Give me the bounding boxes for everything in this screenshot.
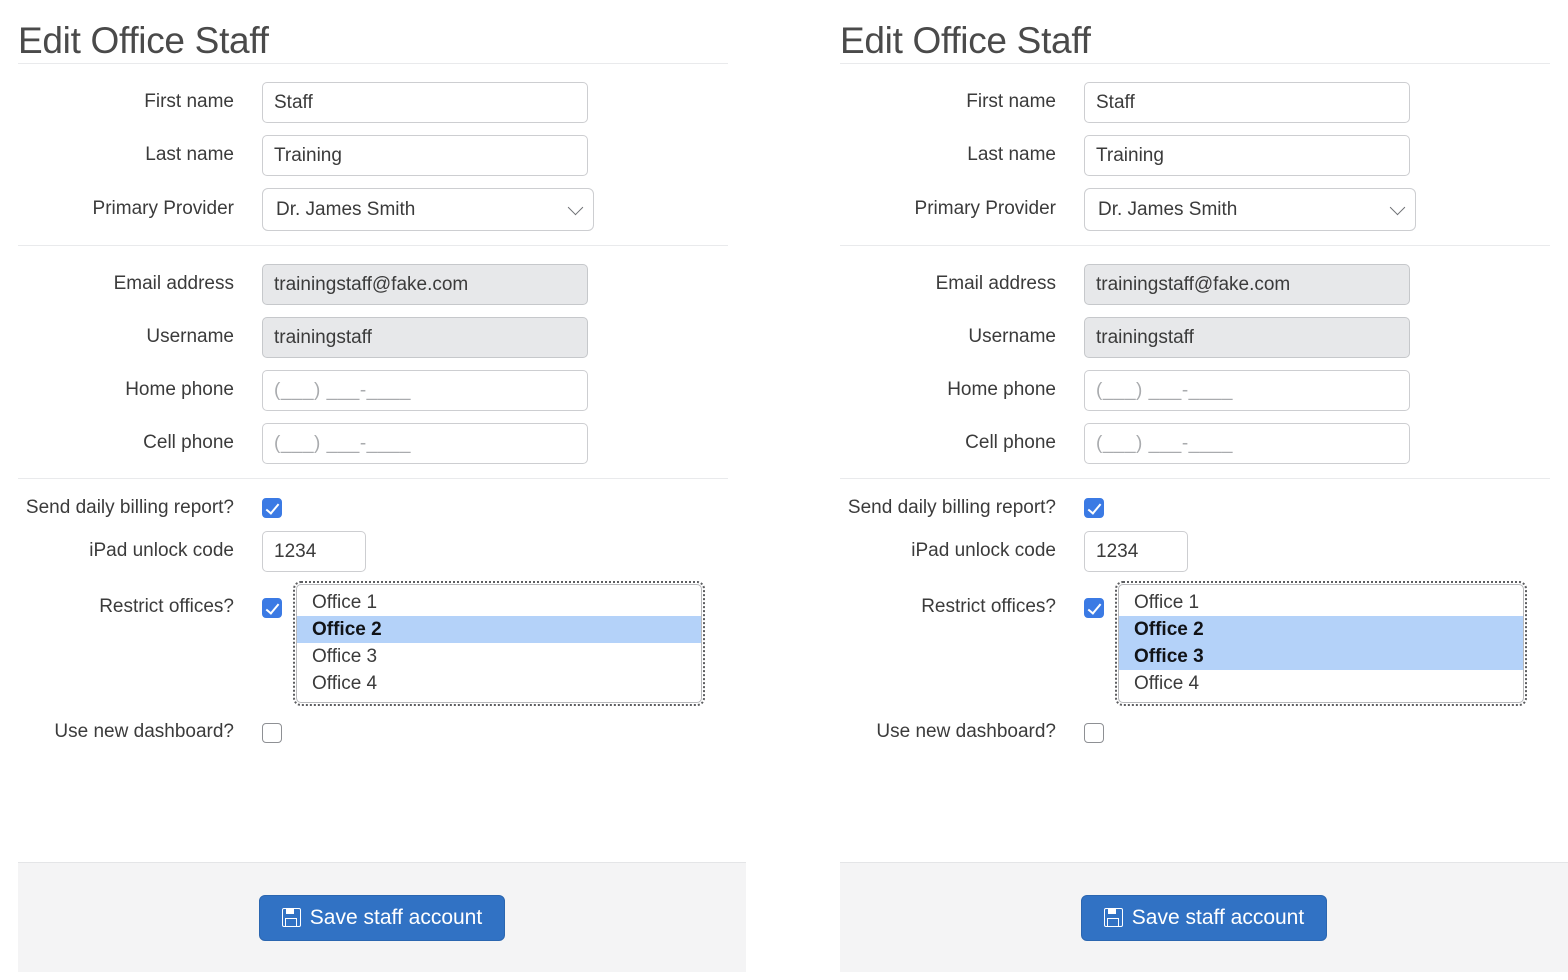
primary-provider-label: Primary Provider: [914, 197, 1056, 219]
first-name-row: First name Staff: [822, 81, 1568, 123]
list-item[interactable]: Office 4: [1119, 670, 1523, 697]
ipad-code-input[interactable]: 1234: [1084, 531, 1188, 573]
panel-footer: Save staff account: [18, 862, 746, 972]
email-field: trainingstaff@fake.com: [262, 263, 588, 305]
last-name-label: Last name: [967, 143, 1056, 165]
first-name-label: First name: [144, 90, 234, 112]
cell-phone-label: Cell phone: [143, 431, 234, 453]
home-phone-label: Home phone: [947, 378, 1056, 400]
floppy-disk-icon: [281, 908, 301, 927]
list-item[interactable]: Office 1: [1119, 589, 1523, 616]
options-section: Send daily billing report? iPad unlock c…: [822, 479, 1568, 759]
ipad-code-input[interactable]: 1234: [262, 531, 366, 573]
restrict-offices-checkbox[interactable]: [1084, 598, 1104, 619]
screenshot-stage: Edit Office Staff First name Staff Last …: [0, 0, 1568, 980]
contact-section: Email address trainingstaff@fake.com Use…: [0, 246, 746, 478]
last-name-row: Last name Training: [822, 134, 1568, 176]
primary-provider-value: Dr. James Smith: [1098, 198, 1238, 220]
primary-provider-label: Primary Provider: [92, 197, 234, 219]
home-phone-row: Home phone (___) ___-____: [0, 369, 746, 411]
username-label: Username: [146, 325, 234, 347]
list-item[interactable]: Office 3: [1119, 643, 1523, 671]
email-label: Email address: [113, 272, 234, 294]
edit-office-staff-panel-left: Edit Office Staff First name Staff Last …: [0, 0, 746, 980]
username-row: Username trainingstaff: [822, 316, 1568, 358]
offices-listbox[interactable]: Office 1 Office 2 Office 3 Office 4: [1115, 581, 1527, 707]
home-phone-input[interactable]: (___) ___-____: [262, 369, 588, 411]
primary-provider-row: Primary Provider Dr. James Smith: [822, 187, 1568, 231]
email-label: Email address: [935, 272, 1056, 294]
last-name-label: Last name: [145, 143, 234, 165]
list-item[interactable]: Office 2: [297, 616, 701, 644]
email-row: Email address trainingstaff@fake.com: [822, 263, 1568, 305]
page-title: Edit Office Staff: [18, 20, 269, 61]
list-item[interactable]: Office 4: [297, 670, 701, 697]
daily-billing-label: Send daily billing report?: [847, 496, 1056, 518]
restrict-offices-row: Restrict offices? Office 1 Office 2 Offi…: [822, 581, 1568, 707]
cell-phone-row: Cell phone (___) ___-____: [822, 422, 1568, 464]
offices-listbox[interactable]: Office 1 Office 2 Office 3 Office 4: [293, 581, 705, 707]
primary-provider-select[interactable]: Dr. James Smith: [262, 187, 594, 231]
home-phone-label: Home phone: [125, 378, 234, 400]
save-button-label: Save staff account: [309, 905, 483, 929]
primary-provider-select[interactable]: Dr. James Smith: [1084, 187, 1416, 231]
home-phone-input[interactable]: (___) ___-____: [1084, 369, 1410, 411]
cell-phone-label: Cell phone: [965, 431, 1056, 453]
username-row: Username trainingstaff: [0, 316, 746, 358]
options-section: Send daily billing report? iPad unlock c…: [0, 479, 746, 759]
identity-section: First name Staff Last name Training Prim…: [822, 64, 1568, 245]
last-name-input[interactable]: Training: [1084, 134, 1410, 176]
edit-office-staff-panel-right: Edit Office Staff First name Staff Last …: [822, 0, 1568, 980]
new-dashboard-row: Use new dashboard?: [0, 721, 746, 744]
daily-billing-checkbox[interactable]: [1084, 497, 1104, 518]
daily-billing-checkbox[interactable]: [262, 497, 282, 518]
panel-footer: Save staff account: [840, 862, 1568, 972]
email-field: trainingstaff@fake.com: [1084, 263, 1410, 305]
primary-provider-value: Dr. James Smith: [276, 198, 416, 220]
restrict-offices-checkbox[interactable]: [262, 598, 282, 619]
first-name-label: First name: [966, 90, 1056, 112]
home-phone-row: Home phone (___) ___-____: [822, 369, 1568, 411]
page-title: Edit Office Staff: [840, 20, 1091, 61]
ipad-code-row: iPad unlock code 1234: [822, 531, 1568, 573]
save-staff-account-button[interactable]: Save staff account: [1080, 894, 1328, 941]
daily-billing-row: Send daily billing report?: [822, 497, 1568, 520]
new-dashboard-label: Use new dashboard?: [54, 721, 234, 743]
daily-billing-row: Send daily billing report?: [0, 497, 746, 520]
daily-billing-label: Send daily billing report?: [25, 496, 234, 518]
primary-provider-row: Primary Provider Dr. James Smith: [0, 187, 746, 231]
cell-phone-input[interactable]: (___) ___-____: [262, 422, 588, 464]
username-field: trainingstaff: [1084, 316, 1410, 358]
identity-section: First name Staff Last name Training Prim…: [0, 64, 746, 245]
new-dashboard-checkbox[interactable]: [262, 722, 282, 743]
list-item[interactable]: Office 2: [1119, 616, 1523, 644]
last-name-row: Last name Training: [0, 134, 746, 176]
new-dashboard-row: Use new dashboard?: [822, 721, 1568, 744]
first-name-input[interactable]: Staff: [262, 81, 588, 123]
username-field: trainingstaff: [262, 316, 588, 358]
last-name-input[interactable]: Training: [262, 134, 588, 176]
first-name-input[interactable]: Staff: [1084, 81, 1410, 123]
restrict-offices-row: Restrict offices? Office 1 Office 2 Offi…: [0, 581, 746, 707]
chevron-down-icon: [567, 199, 584, 216]
cell-phone-row: Cell phone (___) ___-____: [0, 422, 746, 464]
save-button-label: Save staff account: [1131, 905, 1305, 929]
ipad-code-label: iPad unlock code: [911, 540, 1056, 562]
contact-section: Email address trainingstaff@fake.com Use…: [822, 246, 1568, 478]
username-label: Username: [968, 325, 1056, 347]
chevron-down-icon: [1389, 199, 1406, 216]
floppy-disk-icon: [1103, 908, 1123, 927]
save-staff-account-button[interactable]: Save staff account: [258, 894, 506, 941]
restrict-offices-label: Restrict offices?: [921, 596, 1056, 618]
new-dashboard-checkbox[interactable]: [1084, 722, 1104, 743]
new-dashboard-label: Use new dashboard?: [876, 721, 1056, 743]
list-item[interactable]: Office 3: [297, 643, 701, 670]
ipad-code-label: iPad unlock code: [89, 540, 234, 562]
ipad-code-row: iPad unlock code 1234: [0, 531, 746, 573]
restrict-offices-label: Restrict offices?: [99, 596, 234, 618]
cell-phone-input[interactable]: (___) ___-____: [1084, 422, 1410, 464]
email-row: Email address trainingstaff@fake.com: [0, 263, 746, 305]
list-item[interactable]: Office 1: [297, 589, 701, 616]
first-name-row: First name Staff: [0, 81, 746, 123]
